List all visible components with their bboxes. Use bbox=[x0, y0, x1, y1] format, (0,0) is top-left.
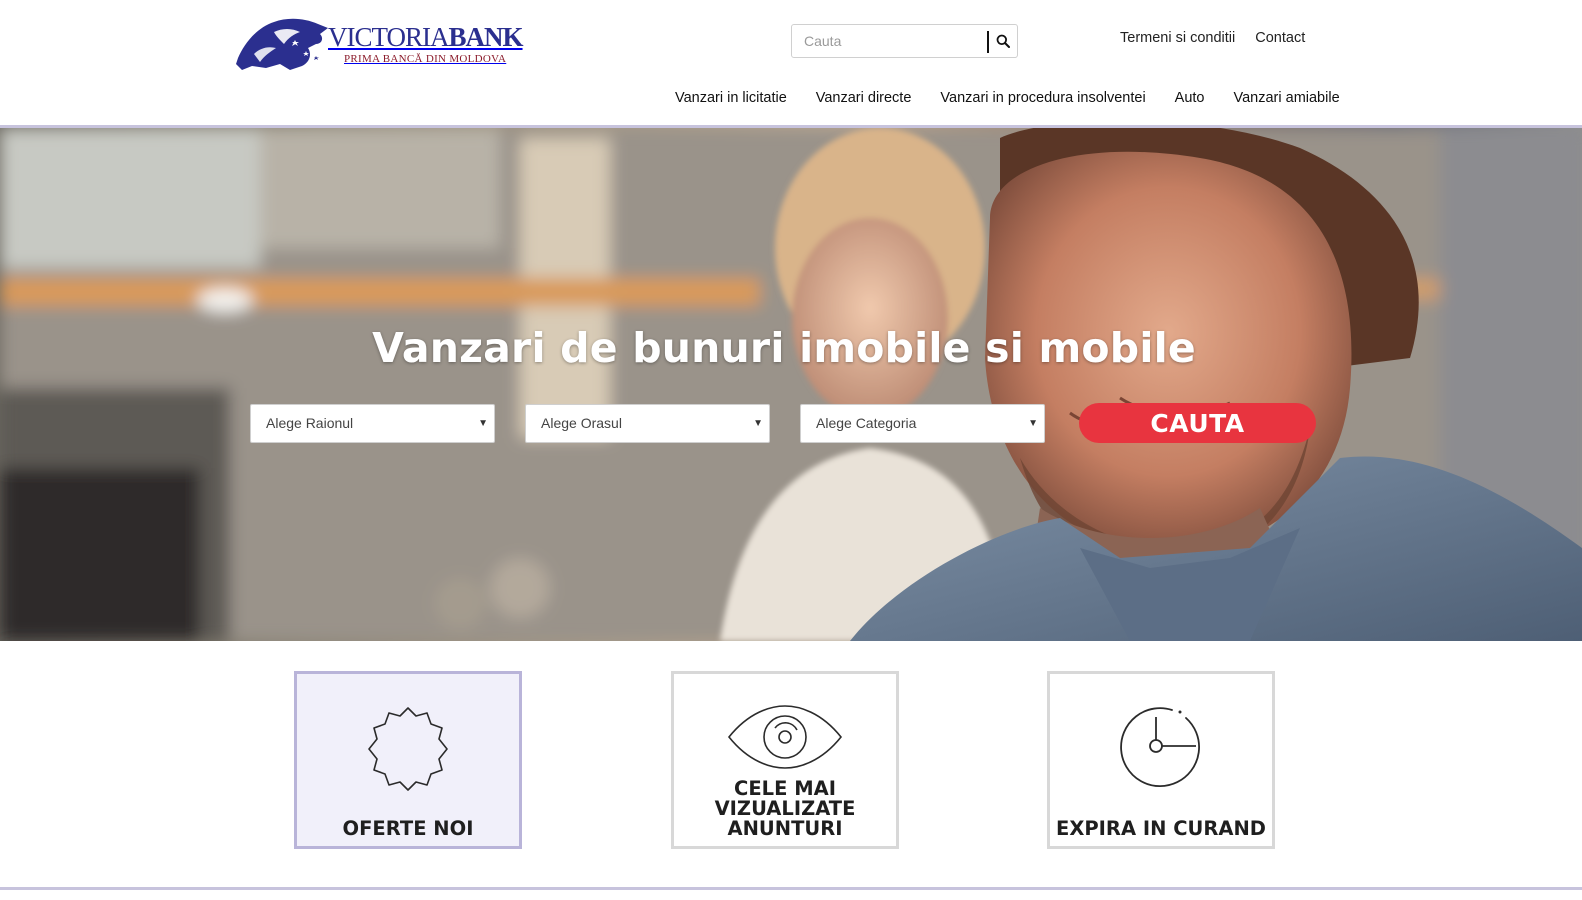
search-icon bbox=[996, 34, 1010, 48]
brand-name-bold: BANK bbox=[448, 22, 524, 52]
brand-name-light: VICTORIA bbox=[328, 22, 450, 52]
card-label-line: ANUNTURI bbox=[727, 817, 843, 840]
nav-item-amicable-sales[interactable]: Vanzari amiabile bbox=[1234, 90, 1340, 106]
eye-icon bbox=[727, 705, 843, 769]
site-header: VICTORIABANK PRIMA BANCĂ DIN MOLDOVA Ter… bbox=[0, 0, 1582, 126]
nav-item-direct-sales[interactable]: Vanzari directe bbox=[816, 90, 912, 106]
district-select-value: Alege Raionul bbox=[266, 415, 354, 431]
card-label: OFERTE NOI bbox=[342, 817, 474, 840]
hero-title: Vanzari de bunuri imobile si mobile bbox=[372, 324, 1196, 372]
top-links: Termeni si conditii Contact bbox=[1120, 30, 1305, 46]
search-input[interactable] bbox=[792, 25, 987, 57]
category-select[interactable]: Alege Categoria ▼ bbox=[800, 404, 1045, 443]
card-label: EXPIRA IN CURAND bbox=[1056, 817, 1266, 840]
category-select-value: Alege Categoria bbox=[816, 415, 917, 431]
search-button[interactable] bbox=[989, 25, 1017, 57]
nav-item-insolvency-sales[interactable]: Vanzari in procedura insolventei bbox=[940, 90, 1145, 106]
hero-banner: Vanzari de bunuri imobile si mobile Aleg… bbox=[0, 128, 1582, 641]
chevron-down-icon: ▼ bbox=[478, 418, 488, 429]
search-box bbox=[791, 24, 1018, 58]
city-select[interactable]: Alege Orasul ▼ bbox=[525, 404, 770, 443]
main-nav: Vanzari in licitatie Vanzari directe Van… bbox=[675, 90, 1340, 106]
terms-link[interactable]: Termeni si conditii bbox=[1120, 30, 1235, 46]
lion-logo-icon bbox=[236, 18, 328, 70]
district-select[interactable]: Alege Raionul ▼ bbox=[250, 404, 495, 443]
clock-icon bbox=[1120, 707, 1200, 788]
card-new-offers[interactable]: OFERTE NOI bbox=[294, 671, 522, 849]
nav-item-auction-sales[interactable]: Vanzari in licitatie bbox=[675, 90, 787, 106]
contact-link[interactable]: Contact bbox=[1255, 30, 1305, 46]
logo[interactable]: VICTORIABANK PRIMA BANCĂ DIN MOLDOVA bbox=[234, 14, 524, 74]
card-most-viewed[interactable]: CELE MAI VIZUALIZATE ANUNTURI bbox=[671, 671, 899, 849]
badge-icon bbox=[368, 707, 448, 791]
card-label-line: CELE MAI bbox=[734, 777, 836, 800]
chevron-down-icon: ▼ bbox=[1028, 418, 1038, 429]
card-expiring-soon[interactable]: EXPIRA IN CURAND bbox=[1047, 671, 1275, 849]
chevron-down-icon: ▼ bbox=[753, 418, 763, 429]
card-label: CELE MAI VIZUALIZATE ANUNTURI bbox=[674, 779, 896, 839]
brand-tagline: PRIMA BANCĂ DIN MOLDOVA bbox=[344, 53, 507, 65]
card-label-line: VIZUALIZATE bbox=[714, 797, 856, 820]
city-select-value: Alege Orasul bbox=[541, 415, 622, 431]
search-submit-button[interactable]: CAUTA bbox=[1079, 403, 1316, 443]
hero-background-photo bbox=[0, 128, 1582, 641]
footer-divider bbox=[0, 887, 1582, 890]
nav-item-auto[interactable]: Auto bbox=[1175, 90, 1205, 106]
